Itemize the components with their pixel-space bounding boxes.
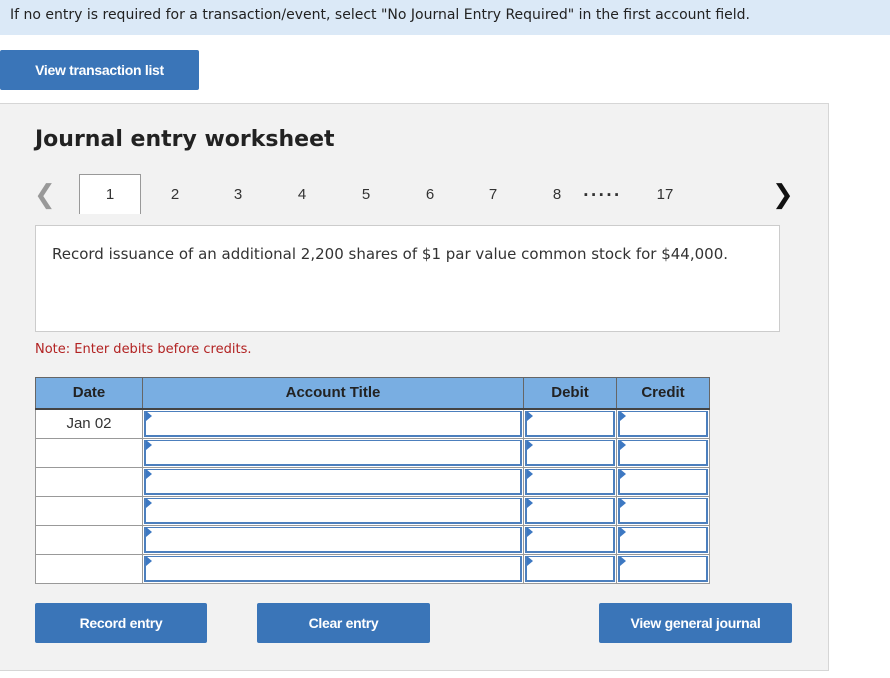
journal-entry-table: Date Account Title Debit Credit Jan 02 [35, 377, 710, 584]
record-entry-button[interactable]: Record entry [35, 603, 207, 643]
column-header-credit: Credit [616, 377, 710, 410]
account-title-input[interactable] [144, 497, 522, 524]
credit-input[interactable] [618, 526, 708, 553]
credit-input[interactable] [618, 497, 708, 524]
worksheet-title: Journal entry worksheet [35, 127, 335, 152]
debit-cell [523, 553, 617, 584]
debit-input[interactable] [525, 468, 615, 495]
page-tab-4[interactable]: 4 [287, 174, 317, 214]
instruction-banner: If no entry is required for a transactio… [0, 0, 890, 35]
credit-cell [616, 495, 710, 526]
credit-cell [616, 408, 710, 439]
account-title-cell [142, 524, 524, 555]
page-tab-2[interactable]: 2 [160, 174, 190, 214]
table-row [35, 553, 710, 584]
credit-input[interactable] [618, 410, 708, 437]
date-cell [35, 495, 143, 526]
debit-input[interactable] [525, 555, 615, 582]
credit-cell [616, 437, 710, 468]
credit-input[interactable] [618, 555, 708, 582]
page-tab-5[interactable]: 5 [351, 174, 381, 214]
transaction-description: Record issuance of an additional 2,200 s… [35, 225, 780, 332]
page-tab-17[interactable]: 17 [650, 174, 680, 214]
debit-cell [523, 466, 617, 497]
column-header-debit: Debit [523, 377, 617, 410]
table-header-row: Date Account Title Debit Credit [35, 377, 710, 410]
credit-input[interactable] [618, 468, 708, 495]
chevron-right-icon[interactable]: ❯ [772, 180, 794, 210]
date-cell [35, 466, 143, 497]
account-title-cell [142, 408, 524, 439]
debit-cell [523, 495, 617, 526]
date-cell: Jan 02 [35, 408, 143, 439]
debit-input[interactable] [525, 497, 615, 524]
table-row: Jan 02 [35, 408, 710, 439]
account-title-cell [142, 466, 524, 497]
view-transaction-list-button[interactable]: View transaction list [0, 50, 199, 90]
page-tab-8[interactable]: 8 [542, 174, 572, 214]
debit-cell [523, 524, 617, 555]
table-row [35, 495, 710, 526]
date-cell [35, 437, 143, 468]
credit-input[interactable] [618, 439, 708, 466]
credit-cell [616, 524, 710, 555]
account-title-input[interactable] [144, 410, 522, 437]
page-tab-1[interactable]: 1 [79, 174, 141, 214]
account-title-cell [142, 437, 524, 468]
debit-input[interactable] [525, 526, 615, 553]
clear-entry-button[interactable]: Clear entry [257, 603, 430, 643]
table-row [35, 524, 710, 555]
worksheet-pager: ❮ 1 2 3 4 5 6 7 8 ..... 17 ❯ [0, 174, 829, 214]
view-general-journal-button[interactable]: View general journal [599, 603, 792, 643]
account-title-input[interactable] [144, 468, 522, 495]
account-title-input[interactable] [144, 555, 522, 582]
account-title-cell [142, 495, 524, 526]
debit-cell [523, 437, 617, 468]
page-tab-3[interactable]: 3 [223, 174, 253, 214]
credit-cell [616, 553, 710, 584]
date-cell [35, 553, 143, 584]
date-cell [35, 524, 143, 555]
credit-cell [616, 466, 710, 497]
chevron-left-icon[interactable]: ❮ [34, 180, 56, 210]
debit-input[interactable] [525, 410, 615, 437]
table-row [35, 437, 710, 468]
account-title-input[interactable] [144, 439, 522, 466]
account-title-cell [142, 553, 524, 584]
entry-note: Note: Enter debits before credits. [35, 342, 252, 357]
account-title-input[interactable] [144, 526, 522, 553]
pager-ellipsis: ..... [583, 182, 622, 200]
debit-cell [523, 408, 617, 439]
table-row [35, 466, 710, 497]
page-tab-6[interactable]: 6 [415, 174, 445, 214]
page-tab-7[interactable]: 7 [478, 174, 508, 214]
column-header-date: Date [35, 377, 143, 410]
column-header-account-title: Account Title [142, 377, 524, 410]
debit-input[interactable] [525, 439, 615, 466]
